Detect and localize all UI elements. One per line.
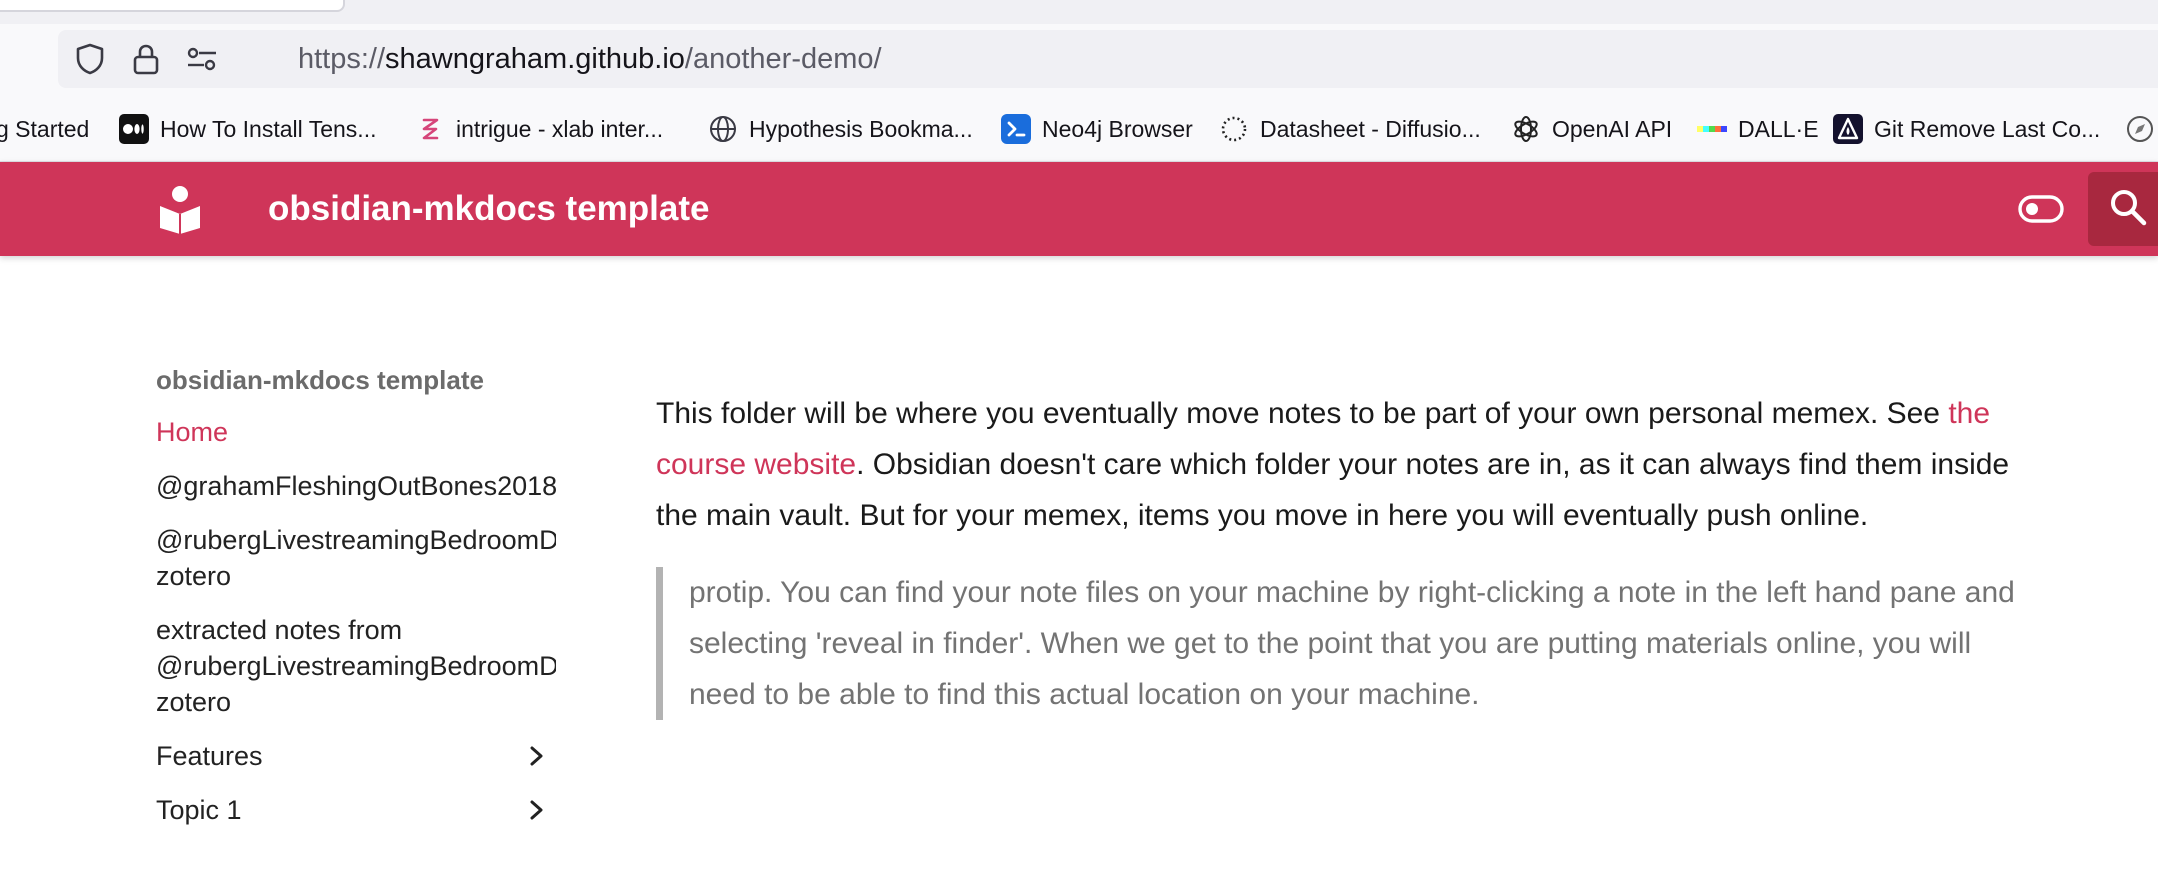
main-content: This folder will be where you eventually… xyxy=(656,388,2036,720)
sidebar-title: obsidian-mkdocs template xyxy=(156,365,484,395)
bookmark-label: Git Remove Last Co... xyxy=(1874,115,2101,142)
intro-paragraph: This folder will be where you eventually… xyxy=(656,388,2036,541)
dalle-icon xyxy=(1696,113,1728,145)
intrigue-icon xyxy=(414,113,446,145)
bookmark-git-remove[interactable]: Git Remove Last Co... xyxy=(1832,113,2100,145)
bookmark-label: Datasheet - Diffusio... xyxy=(1260,115,1481,142)
bookmark-hypothesis[interactable]: Hypothesis Bookma... xyxy=(707,113,973,145)
book-reader-icon[interactable] xyxy=(158,184,202,234)
sidebar-item-features[interactable]: Features xyxy=(156,738,550,774)
sidebar-item-label: extracted notes from xyxy=(156,615,403,645)
sidebar-item-label: @rubergLivestreamingBedroomDigital xyxy=(156,651,556,681)
openai-icon xyxy=(1510,113,1542,145)
bookmark-install-tensorflow[interactable]: How To Install Tens... xyxy=(118,113,376,145)
terminal-icon xyxy=(1000,113,1032,145)
sidebar-item-label: Features xyxy=(156,741,263,771)
url-text[interactable]: https://shawngraham.github.io/another-de… xyxy=(298,42,882,76)
active-tab[interactable] xyxy=(0,0,345,12)
bookmark-label: DALL·E xyxy=(1738,115,1819,142)
search-button[interactable] xyxy=(2088,172,2158,246)
site-title[interactable]: obsidian-mkdocs template xyxy=(268,186,709,232)
bookmark-neo4j[interactable]: Neo4j Browser xyxy=(1000,113,1193,145)
bookmark-openai-api[interactable]: OpenAI API xyxy=(1510,113,1672,145)
bookmark-label: How To Install Tens... xyxy=(160,115,377,142)
sidebar-item-home[interactable]: Home xyxy=(156,414,556,450)
bookmarks-toolbar: g Started How To Install Tens... intrigu… xyxy=(0,96,2158,162)
sidebar-item-label: zotero xyxy=(156,687,232,717)
sidebar-item-label: Topic 1 xyxy=(156,795,242,825)
bookmark-label: intrigue - xlab inter... xyxy=(456,115,664,142)
bookmark-label: g Started xyxy=(0,115,90,142)
bookmark-label: Hypothesis Bookma... xyxy=(749,115,973,142)
search-icon xyxy=(2108,187,2148,232)
bookmark-intrigue[interactable]: intrigue - xlab inter... xyxy=(414,113,663,145)
sidebar-item-extracted-notes[interactable]: extracted notes from @rubergLivestreamin… xyxy=(156,612,556,720)
sidebar-item-ruberg-livestreaming[interactable]: @rubergLivestreamingBedroomDigital zoter… xyxy=(156,522,556,594)
url-host: shawngraham.github.io xyxy=(385,43,685,75)
sidebar-item-label: zotero xyxy=(156,561,232,591)
bookmark-getting-started[interactable]: g Started xyxy=(0,113,89,145)
compass-icon xyxy=(2124,113,2156,145)
navigation-toolbar: https://shawngraham.github.io/another-de… xyxy=(0,24,2158,96)
permissions-icon[interactable] xyxy=(186,43,218,75)
protip-blockquote: protip. You can find your note files on … xyxy=(656,567,2016,720)
url-scheme: https:// xyxy=(298,43,386,75)
sidebar-item-label: @rubergLivestreamingBedroomDigital xyxy=(156,525,556,555)
dotted-circle-icon xyxy=(1218,113,1250,145)
bookmark-overflow[interactable] xyxy=(2124,113,2156,145)
sidebar-item-graham-fleshing-out-bones[interactable]: @grahamFleshingOutBones2018 xyxy=(156,468,556,504)
intro-text-continued: . Obsidian doesn't care which folder you… xyxy=(656,448,2010,532)
url-path: /another-demo/ xyxy=(684,43,882,75)
bookmark-label: OpenAI API xyxy=(1552,115,1673,142)
address-bar[interactable]: https://shawngraham.github.io/another-de… xyxy=(58,30,2158,88)
shield-icon[interactable] xyxy=(74,43,106,75)
git-site-icon xyxy=(1832,113,1864,145)
lock-icon[interactable] xyxy=(130,43,162,75)
bookmark-label: Neo4j Browser xyxy=(1042,115,1193,142)
tab-strip xyxy=(0,0,2158,24)
bookmark-datasheet[interactable]: Datasheet - Diffusio... xyxy=(1218,113,1481,145)
sidebar-navigation: obsidian-mkdocs template Home @grahamFle… xyxy=(156,360,556,846)
globe-icon xyxy=(707,113,739,145)
chevron-right-icon xyxy=(524,743,550,769)
medium-icon xyxy=(118,113,150,145)
intro-text: This folder will be where you eventually… xyxy=(656,397,1949,430)
bookmark-dalle[interactable]: DALL·E xyxy=(1696,113,1819,145)
color-scheme-toggle-icon[interactable] xyxy=(2016,188,2066,230)
chevron-right-icon xyxy=(524,797,550,823)
site-header: obsidian-mkdocs template xyxy=(0,162,2158,256)
sidebar-item-topic-1[interactable]: Topic 1 xyxy=(156,792,550,828)
